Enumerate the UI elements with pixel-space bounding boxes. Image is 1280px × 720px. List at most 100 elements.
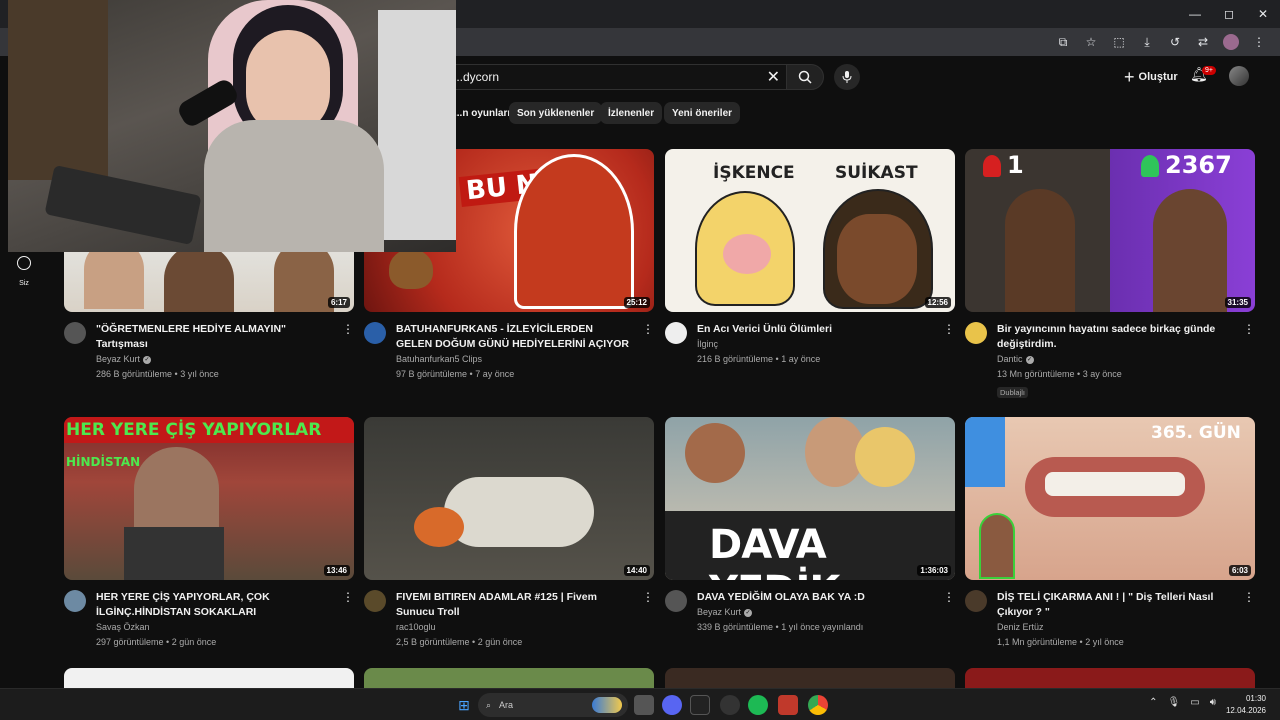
video-title[interactable]: Bir yayıncının hayatını sadece birkaç gü… — [997, 322, 1231, 352]
more-options-icon[interactable]: ⋮ — [943, 590, 955, 604]
channel-avatar[interactable] — [665, 322, 687, 344]
download-icon[interactable]: ⤓ — [1138, 32, 1156, 52]
video-duration: 13:46 — [323, 565, 350, 576]
voice-search-button[interactable] — [834, 64, 860, 90]
video-title[interactable]: DİŞ TELİ ÇIKARMA ANI ! | " Diş Telleri N… — [997, 590, 1231, 620]
channel-avatar[interactable] — [364, 322, 386, 344]
more-options-icon[interactable]: ⋮ — [1243, 590, 1255, 604]
task-view-icon[interactable] — [634, 695, 654, 715]
verified-icon: ✓ — [1025, 355, 1034, 364]
create-label: Oluştur — [1138, 71, 1178, 83]
profile-icon[interactable] — [1222, 32, 1240, 52]
display-icon[interactable]: ▭ — [1190, 697, 1199, 708]
menu-icon[interactable]: ⋮ — [1250, 32, 1268, 52]
video-card[interactable]: 14:40 FIVEMI BITIREN ADAMLAR #125 | Five… — [364, 417, 654, 650]
channel-name[interactable]: Deniz Ertüz — [997, 620, 1231, 635]
more-options-icon[interactable]: ⋮ — [642, 322, 654, 336]
channel-name-text[interactable]: Dantic — [997, 354, 1023, 364]
translate-icon[interactable]: ⇄ — [1194, 32, 1212, 52]
spotify-icon[interactable] — [748, 695, 768, 715]
channel-name[interactable]: rac10oglu — [396, 620, 630, 635]
video-title[interactable]: DAVA YEDİĞİM OLAYA BAK YA :D — [697, 590, 931, 605]
channel-avatar[interactable] — [665, 590, 687, 612]
webcam-overlay — [8, 0, 456, 252]
clear-search-icon[interactable]: ✕ — [767, 67, 780, 87]
chip-new-recommendations[interactable]: Yeni öneriler — [664, 102, 741, 124]
avatar[interactable] — [1229, 66, 1249, 86]
channel-name[interactable]: Batuhanfurkan5 Clips — [396, 352, 630, 367]
app-icon[interactable] — [690, 695, 710, 715]
chip-recent[interactable]: Son yüklenenler — [509, 102, 603, 124]
cast-icon[interactable]: ⧉ — [1054, 32, 1072, 52]
search-query[interactable]: ...dycorn — [453, 70, 499, 84]
history-icon[interactable]: ↺ — [1166, 32, 1184, 52]
video-stats: 13 Mn görüntüleme • 3 ay önce — [997, 369, 1122, 379]
sidebar-item-you[interactable]: Siz — [10, 256, 38, 290]
video-duration: 12:56 — [924, 297, 951, 308]
thumbnail-caption-right: 2367 — [1165, 151, 1232, 179]
star-icon[interactable]: ☆ — [1082, 32, 1100, 52]
video-title[interactable]: FIVEMI BITIREN ADAMLAR #125 | Fivem Sunu… — [396, 590, 630, 620]
video-thumbnail-partial[interactable] — [665, 668, 955, 688]
video-title[interactable]: "ÖĞRETMENLERE HEDİYE ALMAYIN" Tartışması — [96, 322, 330, 352]
video-card[interactable]: DAVA YEDİK 1:36:03 DAVA YEDİĞİM OLAYA BA… — [665, 417, 955, 635]
channel-avatar[interactable] — [965, 590, 987, 612]
video-card[interactable]: İŞKENCE SUİKAST 12:56 En Acı Verici Ünlü… — [665, 149, 955, 367]
maximize-button[interactable]: ◻ — [1212, 0, 1246, 28]
search-icon: ⌕ — [486, 699, 492, 710]
search-input[interactable]: ...dycorn ✕ — [430, 64, 786, 90]
channel-avatar[interactable] — [64, 590, 86, 612]
video-thumbnail-partial[interactable] — [364, 668, 654, 688]
more-options-icon[interactable]: ⋮ — [342, 322, 354, 336]
clock-time: 01:30 — [1245, 694, 1266, 703]
taskbar-search[interactable]: ⌕ Ara — [478, 693, 628, 717]
search-button[interactable] — [786, 64, 824, 90]
video-card[interactable]: 365. GÜN 6:03 DİŞ TELİ ÇIKARMA ANI ! | "… — [965, 417, 1255, 650]
minimize-button[interactable]: — — [1178, 0, 1212, 28]
chevron-up-icon[interactable]: ⌃ — [1149, 697, 1157, 708]
more-options-icon[interactable]: ⋮ — [342, 590, 354, 604]
video-thumbnail-partial[interactable] — [64, 668, 354, 688]
mic-icon[interactable]: 🎙︎ — [1168, 697, 1181, 708]
video-title[interactable]: BATUHANFURKAN5 - İZLEYİCİLERDEN GELEN DO… — [396, 322, 630, 352]
system-tray: ⌃ 🎙︎ ▭ 🔊︎ — [1149, 697, 1216, 708]
video-card[interactable]: HER YERE ÇİŞ YAPIYORLAR HİNDİSTAN 13:46 … — [64, 417, 354, 650]
video-card[interactable]: 1 2367 31:35 Bir yayıncının hayatını sad… — [965, 149, 1255, 400]
close-button[interactable]: ✕ — [1246, 0, 1280, 28]
sidebar-item-label: Siz — [19, 280, 29, 287]
channel-name[interactable]: Savaş Özkan — [96, 620, 330, 635]
windows-start-icon[interactable]: ⊞ — [454, 695, 474, 715]
video-title[interactable]: En Acı Verici Ünlü Ölümleri — [697, 322, 931, 337]
extensions-icon[interactable]: ⬚ — [1110, 32, 1128, 52]
more-options-icon[interactable]: ⋮ — [1243, 322, 1255, 336]
channel-name-text[interactable]: Beyaz Kurt — [96, 354, 140, 364]
chrome-icon[interactable] — [808, 695, 828, 715]
channel-avatar[interactable] — [965, 322, 987, 344]
discord-icon[interactable] — [662, 695, 682, 715]
create-button[interactable]: + Oluştur — [1114, 64, 1188, 90]
video-thumbnail[interactable]: DAVA YEDİK 1:36:03 — [665, 417, 955, 580]
video-thumbnail[interactable]: 365. GÜN 6:03 — [965, 417, 1255, 580]
video-title[interactable]: HER YERE ÇİŞ YAPIYORLAR, ÇOK İLGİNÇ.HİND… — [96, 590, 330, 620]
channel-avatar[interactable] — [64, 322, 86, 344]
video-thumbnail[interactable]: 14:40 — [364, 417, 654, 580]
clock[interactable]: 01:30 12.04.2026 — [1226, 693, 1266, 717]
chip-watched[interactable]: İzlenenler — [600, 102, 663, 124]
video-duration: 6:17 — [327, 297, 350, 308]
video-thumbnail[interactable]: İŞKENCE SUİKAST 12:56 — [665, 149, 955, 312]
verified-icon: ✓ — [143, 355, 152, 364]
more-options-icon[interactable]: ⋮ — [642, 590, 654, 604]
channel-name: Beyaz Kurt ✓ — [96, 352, 330, 367]
verified-icon: ✓ — [744, 608, 753, 617]
channel-name-text[interactable]: Beyaz Kurt — [697, 607, 741, 617]
shield-icon[interactable] — [778, 695, 798, 715]
video-thumbnail[interactable]: HER YERE ÇİŞ YAPIYORLAR HİNDİSTAN 13:46 — [64, 417, 354, 580]
channel-name[interactable]: İlginç — [697, 337, 931, 352]
video-thumbnail[interactable]: 1 2367 31:35 — [965, 149, 1255, 312]
steam-icon[interactable] — [720, 695, 740, 715]
mic-icon — [842, 71, 852, 83]
more-options-icon[interactable]: ⋮ — [943, 322, 955, 336]
volume-icon[interactable]: 🔊︎ — [1210, 697, 1216, 708]
channel-avatar[interactable] — [364, 590, 386, 612]
video-thumbnail-partial[interactable] — [965, 668, 1255, 688]
